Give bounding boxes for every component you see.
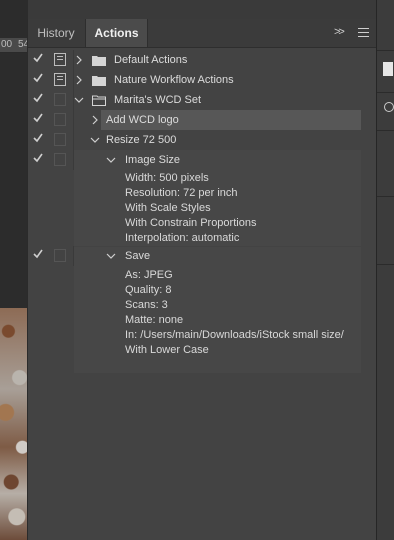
divider xyxy=(377,264,394,265)
step-row[interactable]: Save xyxy=(28,246,361,266)
toggle-check-icon[interactable] xyxy=(32,132,46,148)
toggle-check-icon[interactable] xyxy=(32,248,46,264)
action-label: Resize 72 500 xyxy=(106,134,177,146)
dialog-toggle-icon[interactable] xyxy=(54,113,66,126)
dialog-toggle-icon[interactable] xyxy=(54,133,66,146)
action-row[interactable]: Resize 72 500 xyxy=(28,130,361,150)
toggle-check-icon[interactable] xyxy=(32,72,46,88)
right-toolbar xyxy=(376,0,394,540)
action-label: Add WCD logo xyxy=(106,114,179,126)
action-set-label: Nature Workflow Actions xyxy=(114,74,234,86)
action-set-label: Default Actions xyxy=(114,54,188,66)
dialog-toggle-icon[interactable] xyxy=(54,153,66,166)
tool-circle-icon[interactable] xyxy=(384,102,394,112)
toggle-check-icon[interactable] xyxy=(32,52,46,68)
chevron-down-icon[interactable] xyxy=(90,135,100,145)
ruler-mark: 00 xyxy=(1,39,13,50)
chevron-down-icon[interactable] xyxy=(106,155,116,165)
step-detail: Quality: 8 xyxy=(125,284,172,296)
column-divider xyxy=(73,130,74,150)
tool-swatch-icon[interactable] xyxy=(383,62,393,76)
action-set-label: Marita's WCD Set xyxy=(114,94,202,106)
divider xyxy=(377,130,394,131)
canvas-image xyxy=(0,308,28,540)
tab-actions[interactable]: Actions xyxy=(85,19,148,47)
step-detail: Matte: none xyxy=(125,314,184,326)
dialog-toggle-icon[interactable] xyxy=(54,249,66,262)
chevron-right-icon[interactable] xyxy=(74,75,84,85)
chevron-down-icon[interactable] xyxy=(74,95,84,105)
chevron-right-icon[interactable] xyxy=(74,55,84,65)
dialog-toggle-icon[interactable] xyxy=(54,53,66,66)
step-label: Save xyxy=(125,250,151,262)
panel-tab-bar: History Actions >> xyxy=(28,19,376,48)
toggle-check-icon[interactable] xyxy=(32,112,46,128)
dialog-toggle-icon[interactable] xyxy=(54,73,66,86)
step-row[interactable]: Image Size xyxy=(28,150,361,170)
chevron-right-icon[interactable] xyxy=(90,115,100,125)
action-row-selected[interactable]: Add WCD logo xyxy=(28,110,361,130)
step-label: Image Size xyxy=(125,154,181,166)
step-detail: As: JPEG xyxy=(125,269,173,281)
ruler: 00 54 xyxy=(0,38,29,53)
toggle-check-icon[interactable] xyxy=(32,92,46,108)
actions-panel: History Actions >> Default Actions Natur… xyxy=(27,19,377,540)
folder-open-icon xyxy=(92,95,106,106)
toggle-check-icon[interactable] xyxy=(32,152,46,168)
action-set-row[interactable]: Marita's WCD Set xyxy=(28,90,361,110)
step-detail: Width: 500 pixels xyxy=(125,172,209,184)
action-set-row[interactable]: Nature Workflow Actions xyxy=(28,70,361,90)
folder-icon xyxy=(92,56,106,66)
column-divider xyxy=(73,110,74,130)
collapse-panel-icon[interactable]: >> xyxy=(334,26,345,38)
chevron-down-icon[interactable] xyxy=(106,251,116,261)
step-detail: In: /Users/main/Downloads/iStock small s… xyxy=(125,329,344,341)
step-detail: With Constrain Proportions xyxy=(125,217,257,229)
folder-icon xyxy=(92,76,106,86)
actions-list: Default Actions Nature Workflow Actions … xyxy=(28,50,361,540)
step-detail: Resolution: 72 per inch xyxy=(125,187,238,199)
divider xyxy=(377,196,394,197)
panel-menu-icon[interactable] xyxy=(358,28,369,37)
dialog-toggle-icon[interactable] xyxy=(54,93,66,106)
step-detail: With Lower Case xyxy=(125,344,209,356)
tab-history[interactable]: History xyxy=(28,19,84,47)
divider xyxy=(377,50,394,51)
column-divider xyxy=(73,150,74,170)
step-detail: Scans: 3 xyxy=(125,299,168,311)
divider xyxy=(377,92,394,93)
column-divider xyxy=(73,246,74,266)
step-detail: With Scale Styles xyxy=(125,202,211,214)
action-set-row[interactable]: Default Actions xyxy=(28,50,361,70)
step-detail: Interpolation: automatic xyxy=(125,232,240,244)
